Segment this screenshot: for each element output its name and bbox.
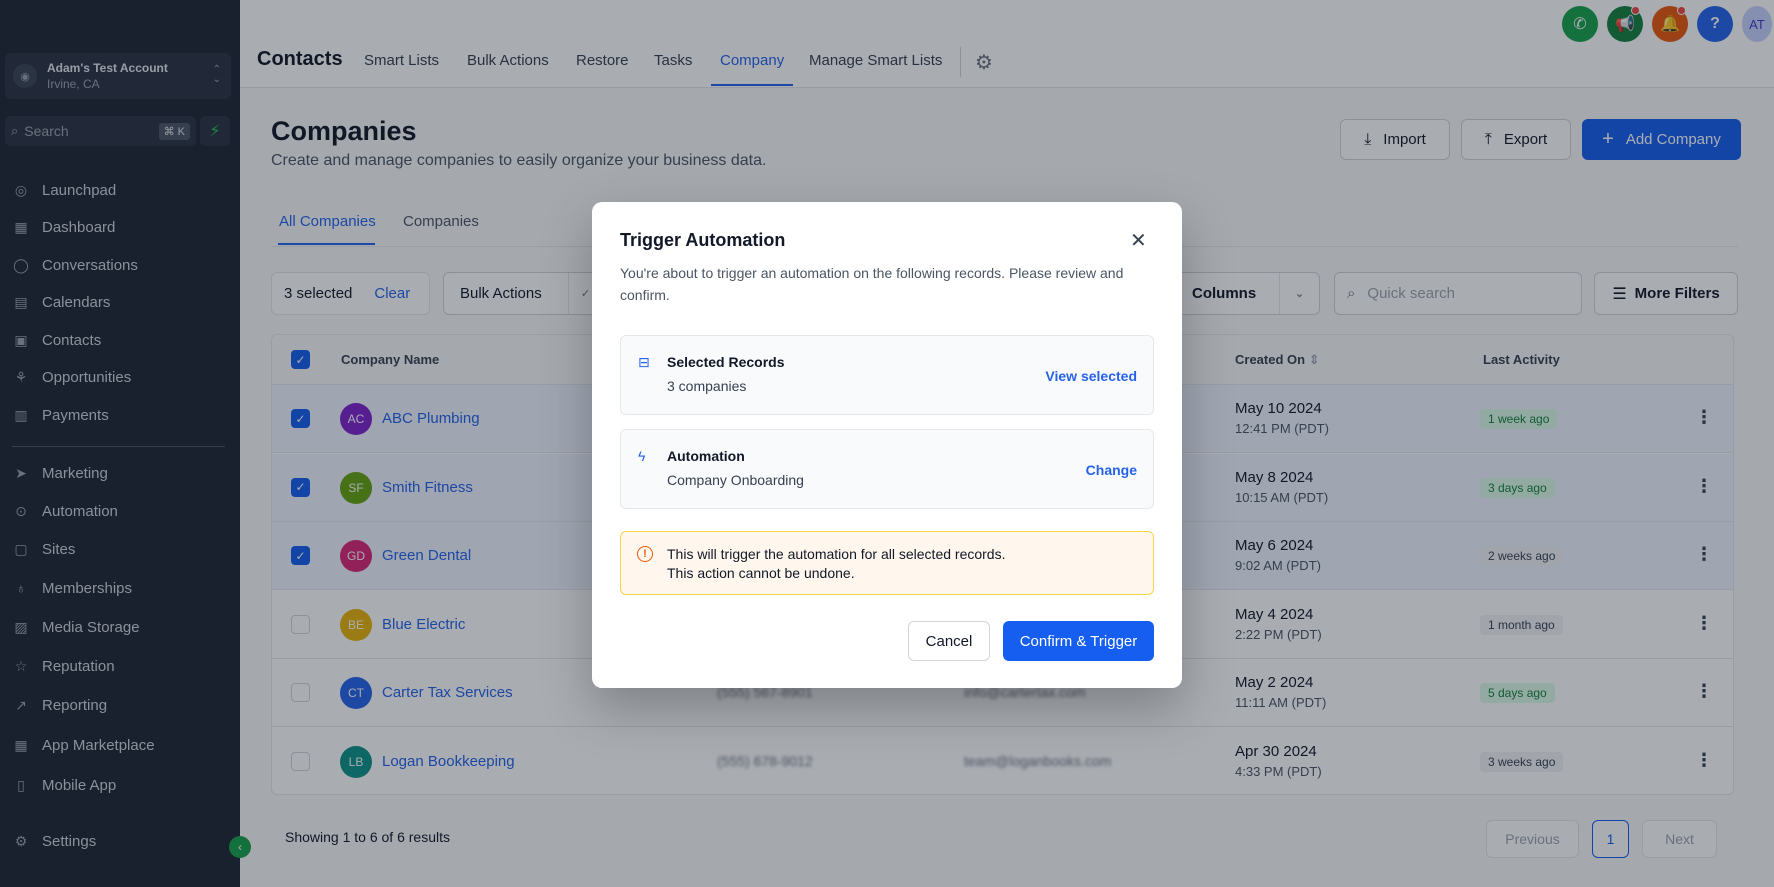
selected-records-card: ⊟ Selected Records 3 companies View sele… xyxy=(620,335,1154,415)
cancel-button[interactable]: Cancel xyxy=(908,621,990,661)
modal-title: Trigger Automation xyxy=(620,230,786,250)
records-icon: ⊟ xyxy=(638,354,650,370)
bolt-icon: ϟ xyxy=(638,448,646,464)
selected-records-title: Selected Records xyxy=(667,354,785,370)
trigger-automation-modal: Trigger Automation ✕ You're about to tri… xyxy=(592,202,1182,688)
view-selected-link[interactable]: View selected xyxy=(1045,368,1137,384)
close-icon[interactable]: ✕ xyxy=(1130,228,1147,253)
warning-callout: ! This will trigger the automation for a… xyxy=(620,531,1154,595)
modal-description: You're about to trigger an automation on… xyxy=(620,265,1124,303)
automation-title: Automation xyxy=(667,448,745,464)
automation-card: ϟ Automation Company Onboarding Change xyxy=(620,429,1154,509)
warning-icon: ! xyxy=(637,546,653,562)
warning-line-2: This action cannot be undone. xyxy=(667,565,855,581)
selected-records-value: 3 companies xyxy=(667,378,747,394)
change-automation-link[interactable]: Change xyxy=(1086,462,1137,478)
warning-line-1: This will trigger the automation for all… xyxy=(667,546,1006,562)
automation-value: Company Onboarding xyxy=(667,472,804,488)
confirm-trigger-button[interactable]: Confirm & Trigger xyxy=(1003,621,1154,661)
